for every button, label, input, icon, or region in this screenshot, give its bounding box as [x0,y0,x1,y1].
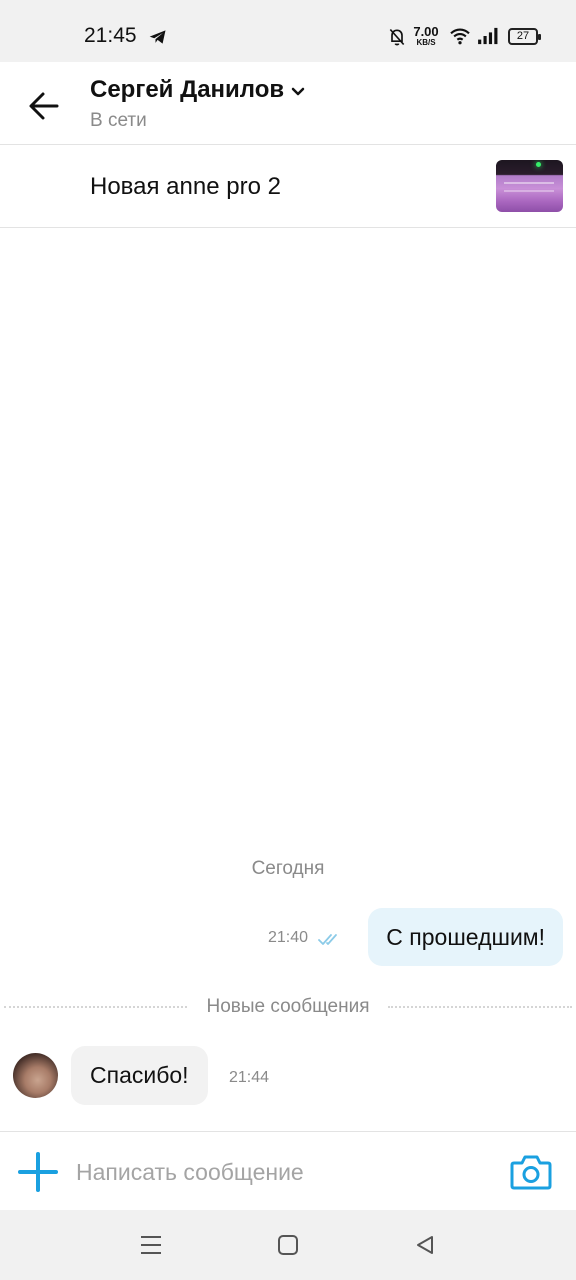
date-separator: Сегодня [251,858,325,879]
telegram-icon [149,30,166,44]
network-speed: 7.00 KB/S [411,25,441,47]
network-speed-value: 7.00 [413,24,439,39]
incoming-message[interactable]: Спасибо! [71,1046,208,1105]
outgoing-message[interactable]: С прошедшим! [368,908,563,966]
arrow-left-icon[interactable] [24,88,64,124]
thumbnail-light [536,162,541,167]
double-check-icon [318,934,337,945]
home-icon[interactable] [277,1234,299,1256]
contact-name[interactable]: Сергей Данилов [90,76,284,104]
chevron-down-icon[interactable] [290,84,306,100]
camera-icon[interactable] [510,1153,552,1191]
avatar[interactable] [13,1053,58,1098]
network-speed-unit: KB/S [416,38,436,47]
message-time: 21:40 [268,929,309,946]
back-triangle-icon[interactable] [414,1234,436,1256]
wifi-icon [450,28,470,45]
listing-title[interactable]: Новая anne pro 2 [90,173,281,201]
chat-header: Сергей Данилов В сети [0,62,576,145]
contact-status: В сети [90,110,147,131]
system-nav-bar [0,1210,576,1280]
listing-banner[interactable]: Новая anne pro 2 [0,145,576,228]
thumbnail-lines [504,182,554,192]
new-messages-separator: Новые сообщения [0,996,576,1018]
message-composer [0,1131,576,1210]
battery-icon: 27 [508,28,541,45]
menu-icon[interactable] [139,1234,163,1256]
status-bar: 21:45 7.00 KB/S 27 [0,0,576,62]
status-time: 21:45 [84,24,137,47]
separator-line [388,1006,572,1008]
message-input[interactable] [76,1152,496,1192]
bell-off-icon [389,28,405,46]
plus-icon[interactable] [18,1152,58,1192]
listing-thumbnail[interactable] [496,160,563,212]
signal-icon [478,27,498,45]
message-time: 21:44 [229,1069,270,1086]
